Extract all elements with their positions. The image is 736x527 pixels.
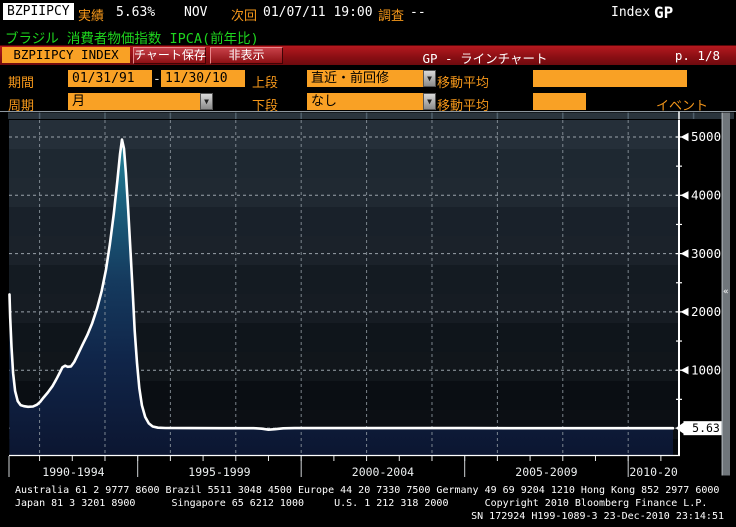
ma-input-1[interactable] <box>533 70 586 87</box>
dropdown-arrow-icon[interactable]: ▼ <box>423 70 436 87</box>
command-bar: BZPIIPCY INDEX チャート保存 非表示 GP - ラインチャート p… <box>0 45 736 66</box>
footer-line-2: Japan 81 3 3201 8900 Singapore 65 6212 1… <box>15 498 708 509</box>
y-axis-label: 5000 <box>691 129 721 144</box>
actual-label: 実績 <box>78 9 105 24</box>
y-axis-arrow-icon <box>680 249 689 258</box>
lower-panel-select[interactable]: なし ▼ <box>307 93 436 110</box>
chart-toolbar: 期間 01/31/91 - 11/30/10 上段 直近・前回修 ▼ 移動平均 … <box>0 64 736 171</box>
dropdown-arrow-icon[interactable]: ▼ <box>200 93 213 110</box>
y-axis-arrow-icon <box>680 132 689 142</box>
security-title: ブラジル 消費者物価指数 IPCA(前年比) <box>5 31 259 47</box>
footer-line-1: Australia 61 2 9777 8600 Brazil 5511 304… <box>15 485 720 496</box>
security-header-row: BZPIIPCY 実績 5.63% NOV 次回 01/07/11 19:00 … <box>0 3 736 24</box>
x-axis-group-label: 2005-2009 <box>515 465 577 479</box>
date-from-input[interactable]: 01/31/91 <box>68 70 152 87</box>
ma-input-3[interactable] <box>636 70 687 87</box>
lower-panel-value: なし <box>311 94 338 109</box>
moving-average-label: 移動平均 <box>437 76 490 91</box>
next-release-label: 次回 <box>231 9 258 24</box>
ma2-input[interactable] <box>533 93 586 110</box>
next-release-value: 01/07/11 19:00 <box>263 5 373 20</box>
date-range-separator: - <box>153 72 161 87</box>
bloomberg-terminal-screen: BZPIIPCY 実績 5.63% NOV 次回 01/07/11 19:00 … <box>0 0 736 527</box>
y-axis-arrow-icon <box>680 366 689 375</box>
last-value-text: 5.63 <box>692 421 720 435</box>
y-axis-label: 3000 <box>691 246 721 261</box>
x-axis-group-label: 1995-1999 <box>188 465 250 479</box>
index-type-label: Index <box>611 5 651 20</box>
x-axis-group-label: 1990-1994 <box>42 465 104 479</box>
x-axis-group-label: 2000-2004 <box>352 465 414 479</box>
frequency-value: 月 <box>72 94 86 109</box>
save-chart-button[interactable]: チャート保存 <box>133 47 206 64</box>
y-axis-label: 1000 <box>691 362 721 377</box>
plot-background-band <box>9 178 679 207</box>
x-axis-group-label: 2010-20 <box>629 465 678 479</box>
ma-input-2[interactable] <box>585 70 637 87</box>
plot-background-band <box>9 207 679 236</box>
function-code: GP <box>654 3 674 22</box>
survey-label: 調査 <box>378 9 405 24</box>
page-indicator[interactable]: p. 1/8 <box>675 48 720 63</box>
y-axis-arrow-icon <box>680 191 689 200</box>
security-tab[interactable]: BZPIIPCY INDEX <box>2 47 130 63</box>
plot-background-band <box>9 120 679 149</box>
frequency-select[interactable]: 月 ▼ <box>68 93 213 110</box>
ticker-box[interactable]: BZPIIPCY <box>3 3 74 20</box>
y-axis-label: 4000 <box>691 188 721 203</box>
period-value: NOV <box>184 5 208 20</box>
line-chart: 1000 2000 3000 4000 5000 1990-1994 1995-1999 20… <box>0 111 736 479</box>
actual-value: 5.63% <box>116 5 156 20</box>
upper-panel-select[interactable]: 直近・前回修 ▼ <box>307 70 436 87</box>
plot-background-band <box>9 149 679 178</box>
scrollbar-collapse-icon[interactable]: « <box>723 287 728 297</box>
chart-timeline-bar[interactable] <box>8 112 734 120</box>
date-to-input[interactable]: 11/30/10 <box>161 70 245 87</box>
footer-line-3: SN 172924 H199-1089-3 23-Dec-2010 23:14:… <box>471 511 724 522</box>
upper-panel-label: 上段 <box>252 76 279 91</box>
dropdown-arrow-icon[interactable]: ▼ <box>423 93 436 110</box>
y-axis-arrow-icon <box>680 307 689 317</box>
upper-panel-value: 直近・前回修 <box>311 71 390 86</box>
period-label: 期間 <box>8 76 35 91</box>
hide-button[interactable]: 非表示 <box>210 47 283 64</box>
survey-value: -- <box>410 5 426 20</box>
y-axis-label: 2000 <box>691 304 721 319</box>
